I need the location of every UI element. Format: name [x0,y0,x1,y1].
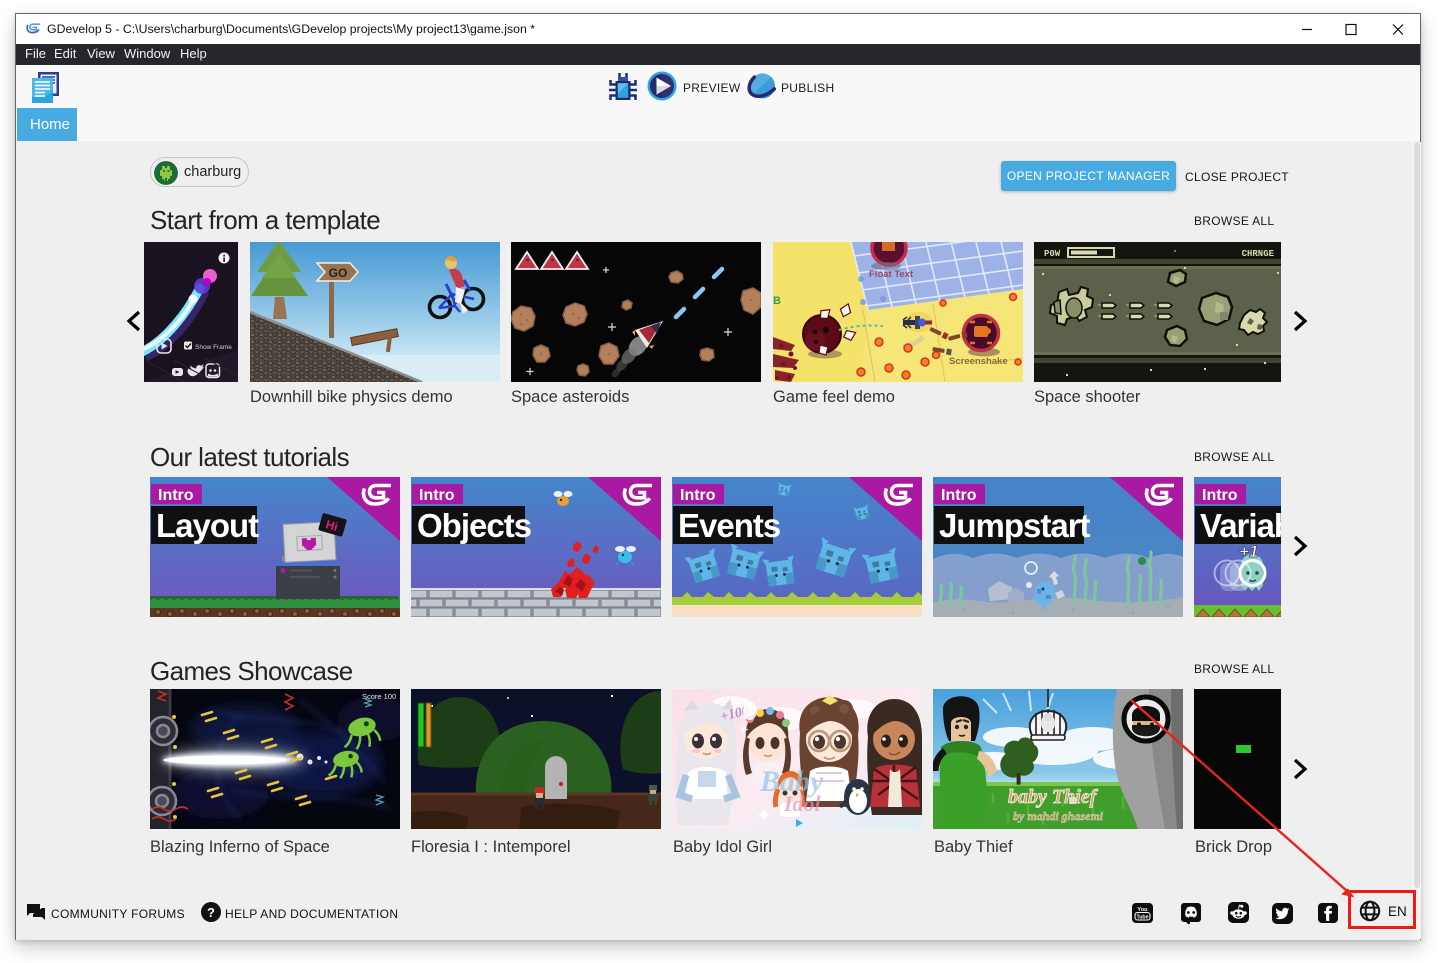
svg-text:P0W: P0W [1044,249,1061,259]
svg-text:Events: Events [678,507,780,544]
svg-text:Score 100: Score 100 [362,692,396,701]
svg-text:Objects: Objects [417,507,531,544]
svg-text:+1: +1 [1239,542,1258,561]
svg-text:GO: GO [329,266,348,280]
svg-text:Intro: Intro [158,487,194,504]
svg-text:B: B [773,295,781,307]
svg-text:Variabl: Variabl [1200,507,1281,544]
svg-text:Tube: Tube [1136,915,1148,921]
svg-text:Intro: Intro [419,487,455,504]
svg-text:Intro: Intro [1202,487,1238,504]
svg-text:Intro: Intro [680,487,716,504]
svg-text:Layout: Layout [156,507,259,544]
svg-text:Screenshake: Screenshake [949,356,1008,367]
svg-text:by mahdi ghasemi: by mahdi ghasemi [1013,809,1104,823]
svg-text:Intro: Intro [941,487,977,504]
svg-text:Show Frame: Show Frame [195,344,232,351]
svg-text:Idol: Idol [783,791,822,816]
svg-text:CHRNGE: CHRNGE [1242,249,1275,259]
svg-text:baby Thief: baby Thief [1008,786,1099,808]
svg-text:Jumpstart: Jumpstart [939,507,1091,544]
svg-text:?: ? [207,905,215,920]
svg-text:Float Text: Float Text [869,269,914,280]
